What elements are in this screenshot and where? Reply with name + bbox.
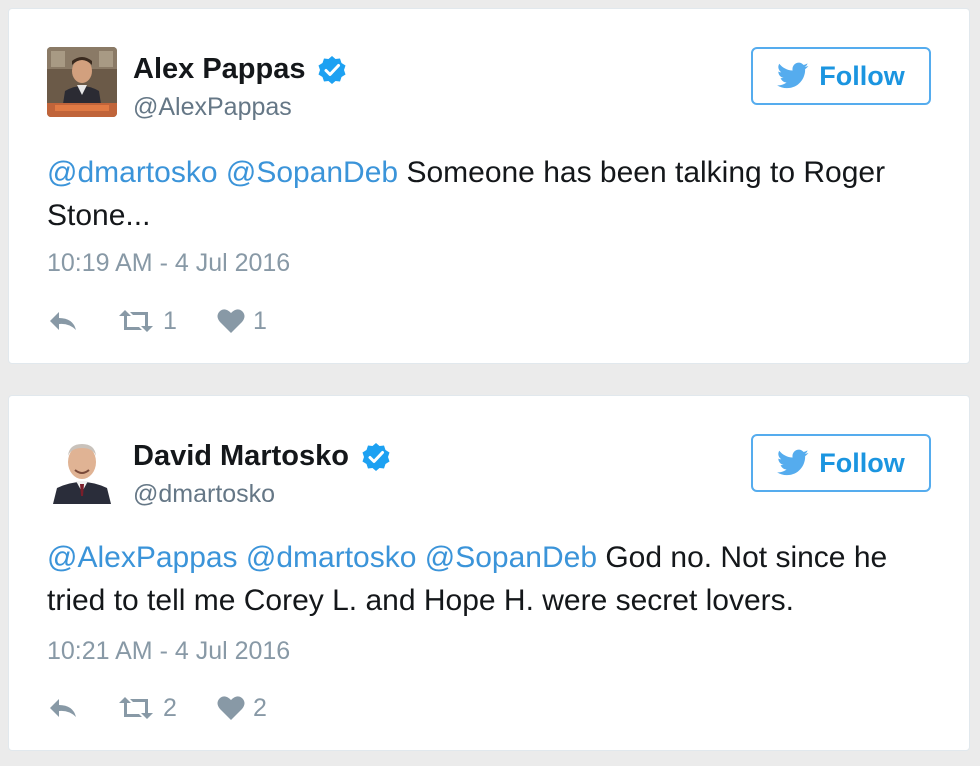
tweet-text: @AlexPappas @dmartosko @SopanDeb God no.… [47,536,947,622]
like-button[interactable]: 2 [217,694,297,723]
reply-button[interactable] [47,309,117,333]
tweet-card: David Martosko @dmartosko Follow @AlexPa… [8,395,970,751]
retweet-icon [119,310,153,332]
follow-label: Follow [819,447,905,478]
text-segment [416,541,424,574]
retweet-count: 2 [163,693,177,722]
mention-link[interactable]: @dmartosko [246,541,417,574]
like-count: 2 [253,693,267,722]
retweet-icon [119,697,153,719]
like-count: 1 [253,306,267,335]
reply-icon [50,312,76,330]
reply-button[interactable] [47,696,117,720]
mention-link[interactable]: @SopanDeb [226,156,398,189]
heart-icon [217,696,245,720]
tweet-actions: 2 2 [47,688,297,728]
follow-label: Follow [819,60,905,91]
tweet-timestamp[interactable]: 10:21 AM - 4 Jul 2016 [47,637,290,666]
avatar[interactable] [47,47,117,117]
tweet-text: @dmartosko @SopanDeb Someone has been ta… [47,151,927,237]
reply-icon [50,699,76,717]
tweet-actions: 1 1 [47,301,297,341]
retweet-button[interactable]: 2 [117,694,217,723]
text-segment [238,541,246,574]
tweet-card: Alex Pappas @AlexPappas Follow @dmartosk… [8,8,970,364]
display-name[interactable]: Alex Pappas [133,53,305,86]
verified-badge-icon [361,442,391,472]
user-handle[interactable]: @dmartosko [133,480,275,509]
follow-button[interactable]: Follow [751,434,931,492]
mention-link[interactable]: @AlexPappas [47,541,238,574]
follow-button[interactable]: Follow [751,47,931,105]
twitter-bird-icon [777,62,809,89]
tweet-timestamp[interactable]: 10:19 AM - 4 Jul 2016 [47,249,290,278]
retweet-button[interactable]: 1 [117,307,217,336]
verified-badge-icon [317,55,347,85]
display-name[interactable]: David Martosko [133,440,349,473]
user-handle[interactable]: @AlexPappas [133,93,292,122]
mention-link[interactable]: @dmartosko [47,156,218,189]
twitter-bird-icon [777,449,809,476]
avatar[interactable] [47,434,117,504]
text-segment [218,156,226,189]
like-button[interactable]: 1 [217,307,297,336]
heart-icon [217,309,245,333]
retweet-count: 1 [163,306,177,335]
mention-link[interactable]: @SopanDeb [425,541,597,574]
